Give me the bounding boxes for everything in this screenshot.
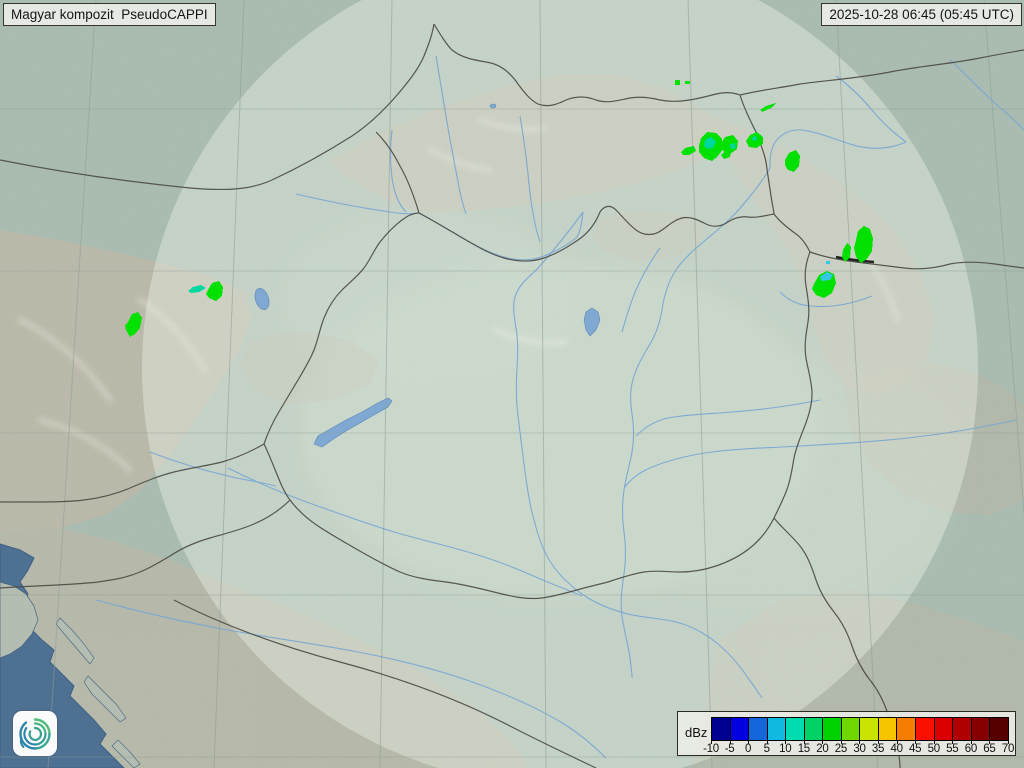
dbz-unit-label: dBz: [685, 725, 707, 740]
dbz-color-scale: [711, 717, 1009, 741]
map-canvas: [0, 0, 1024, 768]
dbz-tick-label: 30: [853, 743, 865, 755]
radar-echo-teal: [730, 143, 736, 149]
dbz-swatch: [897, 718, 916, 740]
dbz-swatch: [749, 718, 768, 740]
radar-coverage-circle: [142, 0, 978, 768]
dbz-swatch: [953, 718, 972, 740]
dbz-tick-label: 35: [872, 743, 884, 755]
dbz-swatch: [712, 718, 731, 740]
dbz-swatch: [935, 718, 954, 740]
product-title: Magyar kompozit PseudoCAPPI: [3, 3, 216, 26]
timestamp: 2025-10-28 06:45 (05:45 UTC): [821, 3, 1022, 26]
dbz-swatch: [990, 718, 1008, 740]
dbz-swatch: [972, 718, 991, 740]
dbz-tick-label: 65: [983, 743, 995, 755]
dbz-swatch: [879, 718, 898, 740]
dbz-tick-label: 20: [816, 743, 828, 755]
dbz-tick-label: 5: [764, 743, 770, 755]
dbz-swatch: [916, 718, 935, 740]
dbz-tick-label: 40: [890, 743, 902, 755]
dbz-tick-label: 10: [779, 743, 791, 755]
dbz-swatch: [823, 718, 842, 740]
radar-echo-green: [675, 80, 680, 85]
dbz-tick-label: 25: [835, 743, 847, 755]
dbz-tick-label: 50: [928, 743, 940, 755]
dbz-swatch: [805, 718, 824, 740]
radar-echo-cyan: [826, 261, 830, 264]
dbz-tick-label: 55: [946, 743, 958, 755]
dbz-swatch: [731, 718, 750, 740]
dbz-swatch: [860, 718, 879, 740]
dbz-tick-label: -10: [703, 743, 719, 755]
dbz-tick-label: 45: [909, 743, 921, 755]
spiral-swirl-logo-icon: [17, 716, 53, 752]
radar-product-page: Magyar kompozit PseudoCAPPI 2025-10-28 0…: [0, 0, 1024, 768]
dbz-swatch: [786, 718, 805, 740]
hungaromet-logo: [13, 711, 57, 756]
dbz-swatch: [842, 718, 861, 740]
radar-echo-green: [685, 81, 690, 84]
dbz-swatch: [768, 718, 787, 740]
dbz-legend: dBz -10 -5 0 5 10 15 20 25 30 35 40 45 50 55 60 65 70: [677, 711, 1016, 756]
dbz-tick-label: 15: [798, 743, 810, 755]
dbz-tick-label: -5: [725, 743, 735, 755]
dbz-tick-label: 0: [745, 743, 751, 755]
dbz-tick-label: 60: [965, 743, 977, 755]
dbz-tick-label: 70: [1002, 743, 1014, 755]
